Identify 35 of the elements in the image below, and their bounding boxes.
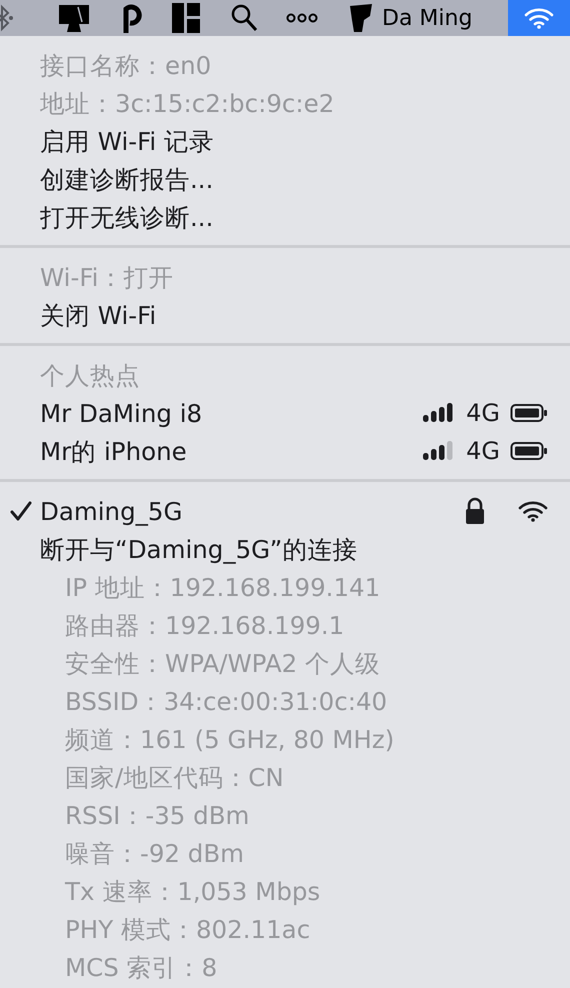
network-detail-text: 噪音：-92 dBm (64, 838, 246, 870)
more-icon[interactable] (286, 13, 318, 23)
menu-item[interactable]: 启用 Wi-Fi 记录 (0, 122, 570, 160)
network-detail-text: MCS 索引：8 (64, 952, 218, 984)
network-detail-text: IP 地址：192.168.199.141 (64, 572, 382, 604)
network-detail-text: 路由器：192.168.199.1 (64, 610, 346, 642)
network-detail-text: BSSID：34:ce:00:31:0c:40 (64, 686, 388, 718)
menu-item[interactable]: 创建诊断报告... (0, 160, 570, 198)
menu-info-text: Wi-Fi：打开 (39, 262, 174, 294)
network-detail-text: RSSI：-35 dBm (64, 800, 250, 832)
network-detail-text: 安全性：WPA/WPA2 个人级 (64, 648, 382, 680)
search-icon[interactable] (230, 3, 258, 33)
network-name[interactable]: Daming_5G (40, 496, 464, 526)
menu-item[interactable]: 关闭 Wi-Fi (0, 296, 570, 334)
menu-item[interactable]: 断开与“Daming_5G”的连接 (0, 530, 570, 568)
hotspot-name[interactable]: Mr的 iPhone (40, 434, 422, 468)
network-detail-text: 频道：161 (5 GHz, 80 MHz) (64, 724, 396, 756)
network-detail-text: 国家/地区代码：CN (64, 762, 285, 794)
grid-icon[interactable] (172, 3, 200, 33)
display-icon[interactable] (56, 2, 92, 34)
battery-icon (510, 403, 548, 423)
menu-info-text: 个人热点 (39, 360, 141, 392)
wifi-icon (524, 7, 554, 29)
network-detail-text: Tx 速率：1,053 Mbps (64, 876, 322, 908)
network-detail-text: PHY 模式：802.11ac (64, 914, 312, 946)
menu-item[interactable]: 打开无线诊断... (0, 198, 570, 236)
battery-icon (510, 441, 548, 461)
network-type-label: 4G (466, 437, 500, 465)
hotspot-name[interactable]: Mr DaMing i8 (40, 398, 422, 428)
wifi-menu-button[interactable] (508, 0, 570, 36)
menu-info-text: 地址：3c:15:c2:bc:9c:e2 (39, 88, 336, 120)
wifi-signal-icon (518, 500, 548, 522)
menu-info-text: 接口名称：en0 (39, 50, 212, 82)
user-name[interactable]: Da Ming (382, 6, 472, 30)
network-type-label: 4G (466, 399, 500, 427)
